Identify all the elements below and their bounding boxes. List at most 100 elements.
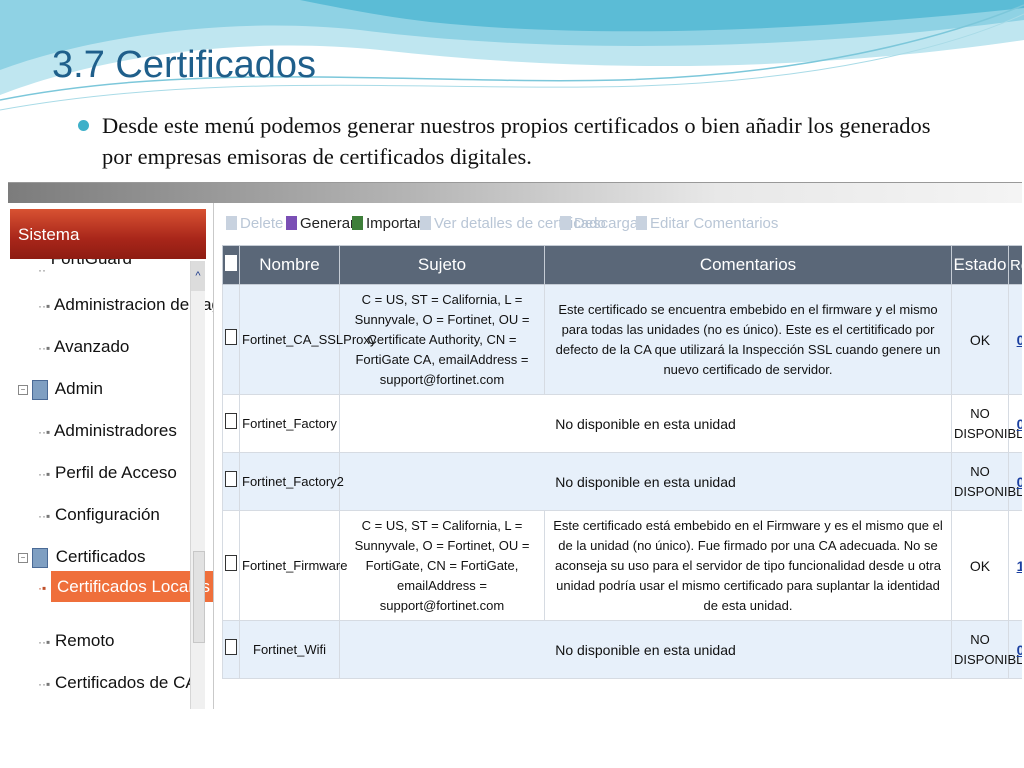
- sidebar-item-label: Configuración: [54, 505, 160, 524]
- table-row[interactable]: Fortinet_Firmware C = US, ST = Californi…: [222, 510, 1022, 621]
- sidebar-item-perfil-de-acceso[interactable]: ··▪ Perfil de Acceso: [38, 463, 177, 483]
- sidebar-item-label: FortiGuard: [51, 259, 132, 268]
- row-checkbox-cell[interactable]: [222, 452, 240, 511]
- column-header-comentarios[interactable]: Comentarios: [544, 245, 952, 285]
- sidebar-item-certificados[interactable]: − Certificados: [18, 547, 146, 568]
- sidebar-item-label: Perfil de Acceso: [54, 463, 177, 482]
- table-header-row: Nombre Sujeto Comentarios Estado Ref.: [222, 245, 1022, 285]
- cell-nombre: Fortinet_Wifi: [239, 620, 340, 679]
- row-checkbox-cell[interactable]: [222, 510, 240, 621]
- table-row[interactable]: Fortinet_Factory No disponible en esta u…: [222, 394, 1022, 453]
- delete-button[interactable]: Delete: [226, 215, 283, 232]
- select-all-checkbox[interactable]: [225, 254, 237, 271]
- sidebar-item-label: Avanzado: [54, 337, 130, 356]
- ref-link[interactable]: 1: [1017, 558, 1022, 574]
- row-checkbox-cell[interactable]: [222, 394, 240, 453]
- cell-estado: NO DISPONIBLE: [951, 620, 1022, 679]
- sidebar-item-avanzado[interactable]: ··▪ Avanzado: [38, 337, 129, 357]
- ref-link[interactable]: 0: [1017, 332, 1022, 348]
- row-checkbox[interactable]: [225, 471, 237, 487]
- importar-button[interactable]: Importar: [352, 215, 422, 232]
- trash-icon: [226, 216, 237, 230]
- descargar-label: Descargar: [574, 215, 644, 232]
- sidebar-scrollbar[interactable]: ^: [190, 261, 205, 709]
- select-all-column[interactable]: [222, 245, 240, 285]
- bullet-point: Desde este menú podemos generar nuestros…: [78, 110, 938, 172]
- sidebar-item-administradores[interactable]: ··▪ Administradores: [38, 421, 177, 441]
- sidebar-item-label: Certificados de CA: [54, 673, 197, 692]
- collapse-icon[interactable]: −: [18, 552, 28, 563]
- descargar-button[interactable]: Descargar: [560, 215, 643, 232]
- view-details-icon: [420, 216, 431, 230]
- bullet-dot-icon: [78, 120, 89, 131]
- row-checkbox[interactable]: [225, 329, 237, 345]
- cell-nombre: Fortinet_Factory2: [239, 452, 344, 511]
- column-header-nombre[interactable]: Nombre: [239, 245, 340, 285]
- scroll-up-icon[interactable]: ^: [191, 261, 205, 291]
- import-icon: [352, 216, 363, 230]
- cell-comentarios: Este certificado está embebido en el Fir…: [544, 510, 952, 621]
- sidebar-item-certificados-de-ca[interactable]: ··▪ Certificados de CA: [38, 673, 197, 693]
- fortigate-screenshot: Sistema ·· FortiGuard ··▪ Administracion…: [8, 182, 1022, 709]
- cell-nombre: Fortinet_CA_SSLProxy: [239, 284, 376, 395]
- tree-connector-icon: ··▪: [38, 677, 51, 691]
- column-header-estado[interactable]: Estado: [951, 245, 1009, 285]
- cell-estado: OK: [951, 284, 1009, 395]
- cell-estado: OK: [951, 510, 1009, 621]
- cell-estado: NO DISPONIBLE: [951, 394, 1022, 453]
- admin-folder-icon: [32, 379, 48, 400]
- generar-label: Generar: [300, 215, 356, 232]
- table-row[interactable]: Fortinet_Wifi No disponible en esta unid…: [222, 620, 1022, 679]
- row-checkbox-cell[interactable]: [222, 284, 240, 395]
- tree-connector-icon: ··▪: [38, 509, 51, 523]
- tree-connector-icon: ·▪: [38, 581, 47, 595]
- table-row[interactable]: Fortinet_CA_SSLProxy C = US, ST = Califo…: [222, 284, 1022, 395]
- sidebar-item-label: Administradores: [54, 421, 177, 440]
- ref-link[interactable]: 0: [1017, 416, 1022, 432]
- sidebar-header-sistema[interactable]: Sistema: [10, 209, 206, 259]
- delete-label: Delete: [240, 215, 284, 232]
- window-top-strip: [8, 183, 1022, 203]
- cell-comentarios: No disponible en esta unidad: [339, 394, 952, 453]
- column-header-sujeto[interactable]: Sujeto: [339, 245, 545, 285]
- table-row[interactable]: Fortinet_Factory2 No disponible en esta …: [222, 452, 1022, 511]
- toolbar: Delete Generar Importar Ver detalles de …: [218, 211, 1022, 239]
- cell-ref: 1: [1008, 510, 1022, 621]
- cell-nombre: Fortinet_Firmware: [239, 510, 347, 621]
- row-checkbox[interactable]: [225, 639, 237, 655]
- certificates-panel: Delete Generar Importar Ver detalles de …: [218, 203, 1022, 709]
- row-checkbox[interactable]: [225, 555, 237, 571]
- tree-connector-icon: ··▪: [38, 467, 51, 481]
- sidebar-item-administracion-de-tags[interactable]: ··▪ Administracion de Tags: [38, 295, 213, 315]
- sidebar: Sistema ·· FortiGuard ··▪ Administracion…: [8, 203, 214, 709]
- slide-title: 3.7 Certificados: [52, 44, 317, 86]
- row-checkbox-cell[interactable]: [222, 620, 240, 679]
- tree-connector-icon: ··▪: [38, 341, 51, 355]
- cell-comentarios: No disponible en esta unidad: [339, 452, 952, 511]
- row-checkbox[interactable]: [225, 413, 237, 429]
- generar-button[interactable]: Generar: [286, 215, 355, 232]
- tree-connector-icon: ··: [38, 263, 46, 273]
- sidebar-item-configuracion[interactable]: ··▪ Configuración: [38, 505, 160, 525]
- column-header-ref[interactable]: Ref.: [1008, 245, 1022, 285]
- editar-comentarios-label: Editar Comentarios: [650, 215, 779, 232]
- sidebar-item-remoto[interactable]: ··▪ Remoto: [38, 631, 115, 651]
- editar-comentarios-button[interactable]: Editar Comentarios: [636, 215, 778, 232]
- bullet-text: Desde este menú podemos generar nuestros…: [102, 113, 931, 169]
- scroll-thumb[interactable]: [193, 551, 205, 643]
- tree-connector-icon: ··▪: [38, 299, 51, 313]
- ref-link[interactable]: 0: [1017, 474, 1022, 490]
- sidebar-item-certificados-locales[interactable]: ·▪ Certificados Locales: [38, 571, 213, 602]
- sidebar-item-fortiguard[interactable]: ·· FortiGuard: [38, 259, 132, 273]
- edit-comments-icon: [636, 216, 647, 230]
- collapse-icon[interactable]: −: [18, 384, 28, 395]
- download-icon: [560, 216, 571, 230]
- sidebar-item-admin[interactable]: − Admin: [18, 379, 103, 400]
- cell-nombre: Fortinet_Factory: [239, 394, 340, 453]
- cell-comentarios: No disponible en esta unidad: [339, 620, 952, 679]
- cell-ref: 0: [1008, 284, 1022, 395]
- ref-link[interactable]: 0: [1017, 642, 1022, 658]
- generate-certificate-icon: [286, 216, 297, 230]
- tree-connector-icon: ··▪: [38, 425, 51, 439]
- sidebar-item-label: Admin: [54, 379, 103, 398]
